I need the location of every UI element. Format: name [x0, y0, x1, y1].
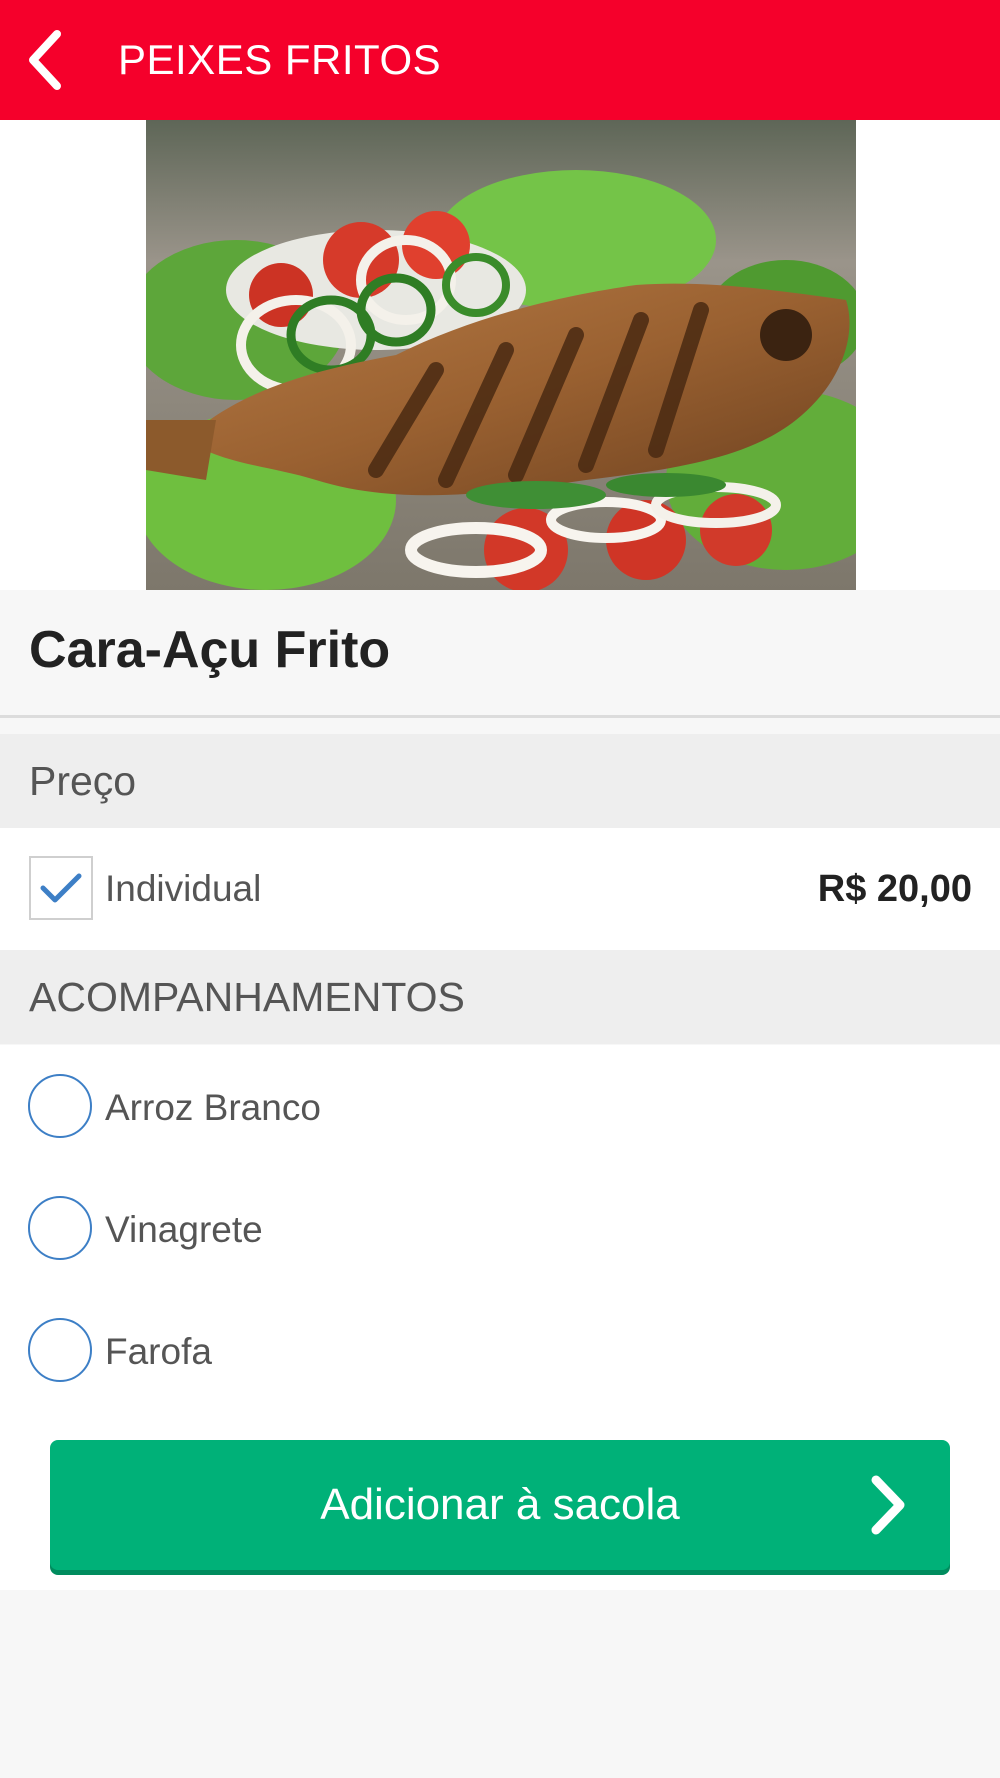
price-option-individual[interactable]: Individual R$ 20,00 [0, 828, 1000, 950]
side-option-label: Vinagrete [105, 1209, 263, 1250]
check-icon [40, 873, 82, 903]
sides-section-header: ACOMPANHAMENTOS [0, 950, 1000, 1044]
vinagrete-radio[interactable] [28, 1196, 92, 1260]
back-button[interactable] [0, 0, 90, 120]
chevron-right-icon [871, 1475, 905, 1535]
fried-fish-photo [146, 120, 856, 590]
side-option-label: Arroz Branco [105, 1087, 321, 1128]
price-section-title: Preço [29, 757, 137, 804]
add-to-bag-button[interactable]: Adicionar à sacola [50, 1440, 950, 1570]
side-option-vinagrete[interactable]: Vinagrete [0, 1167, 1000, 1289]
price-value: R$ 20,00 [817, 868, 972, 910]
arroz-branco-radio[interactable] [28, 1074, 92, 1138]
sides-section-title: ACOMPANHAMENTOS [29, 973, 465, 1020]
product-title-row: Cara-Açu Frito [0, 590, 1000, 718]
app-bar: PEIXES FRITOS [0, 0, 1000, 120]
product-image-area [0, 120, 1000, 590]
individual-checkbox[interactable] [29, 856, 93, 920]
side-option-farofa[interactable]: Farofa [0, 1289, 1000, 1411]
side-option-label: Farofa [105, 1331, 212, 1372]
price-section-header: Preço [0, 734, 1000, 828]
page-title: PEIXES FRITOS [118, 36, 442, 83]
side-option-arroz-branco[interactable]: Arroz Branco [0, 1045, 1000, 1167]
farofa-radio[interactable] [28, 1318, 92, 1382]
add-to-bag-label: Adicionar à sacola [320, 1480, 680, 1529]
price-option-label: Individual [105, 868, 262, 909]
chevron-left-icon [29, 30, 61, 90]
product-name: Cara-Açu Frito [29, 621, 391, 679]
